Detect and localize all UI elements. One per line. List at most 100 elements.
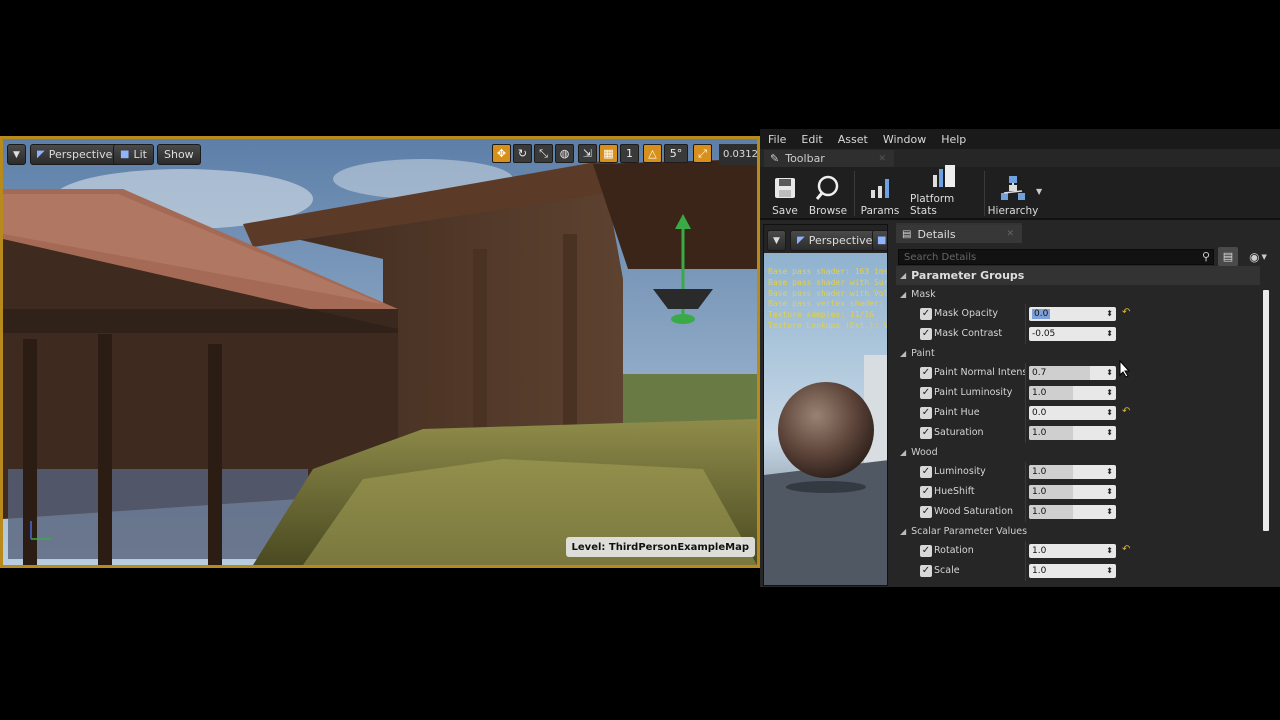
spin-arrows-icon[interactable]: ⬍ <box>1106 544 1113 558</box>
property-value-field[interactable]: 1.0 ⬍ <box>1029 564 1116 578</box>
menu-file[interactable]: File <box>768 133 786 146</box>
spin-arrows-icon[interactable]: ⬍ <box>1106 406 1113 420</box>
override-checkbox[interactable]: ✓ <box>920 466 932 478</box>
search-details-input[interactable]: Search Details ⚲ <box>898 249 1214 265</box>
override-checkbox[interactable]: ✓ <box>920 328 932 340</box>
column-divider[interactable] <box>1025 363 1026 383</box>
property-value-field[interactable]: -0.05 ⬍ <box>1029 327 1116 341</box>
spin-arrows-icon[interactable]: ⬍ <box>1106 307 1113 321</box>
override-checkbox[interactable]: ✓ <box>920 387 932 399</box>
category-scalar-parameter-values[interactable]: ◢ Scalar Parameter Values <box>896 522 1260 541</box>
property-value-field[interactable]: 1.0 ⬍ <box>1029 505 1116 519</box>
rotate-tool-icon[interactable]: ↻ <box>513 144 532 163</box>
spin-arrows-icon[interactable]: ⬍ <box>1106 505 1113 519</box>
scale-snap-value[interactable]: 0.03125 <box>719 144 757 165</box>
scroll-thumb[interactable] <box>1263 290 1269 531</box>
category-mask[interactable]: ◢ Mask <box>896 285 1260 304</box>
tab-toolbar[interactable]: ✎ Toolbar ✕ <box>764 150 894 167</box>
preview-options-button[interactable]: ▼ <box>767 230 786 251</box>
override-checkbox[interactable]: ✓ <box>920 486 932 498</box>
category-paint[interactable]: ◢ Paint <box>896 344 1260 363</box>
column-divider[interactable] <box>1025 324 1026 344</box>
spin-arrows-icon[interactable]: ⬍ <box>1106 485 1113 499</box>
column-divider[interactable] <box>1025 561 1026 581</box>
expand-triangle-icon[interactable]: ◢ <box>900 448 906 457</box>
property-value-field[interactable]: 1.0 ⬍ <box>1029 426 1116 440</box>
close-icon[interactable]: ✕ <box>1006 229 1014 239</box>
override-checkbox[interactable]: ✓ <box>920 565 932 577</box>
viewport-options-button[interactable]: ▼ <box>7 144 26 165</box>
property-matrix-button[interactable]: ▤ <box>1218 247 1238 266</box>
column-divider[interactable] <box>1025 541 1026 561</box>
spin-arrows-icon[interactable]: ⬍ <box>1106 386 1113 400</box>
property-value-field[interactable]: 0.7 ⬍ <box>1029 366 1116 380</box>
spin-arrows-icon[interactable]: ⬍ <box>1106 426 1113 440</box>
close-icon[interactable]: ✕ <box>878 154 886 164</box>
property-value-field[interactable]: 1.0 ⬍ <box>1029 544 1116 558</box>
menu-asset[interactable]: Asset <box>838 133 868 146</box>
override-checkbox[interactable]: ✓ <box>920 407 932 419</box>
property-value-field[interactable]: 1.0 ⬍ <box>1029 386 1116 400</box>
menu-edit[interactable]: Edit <box>801 133 822 146</box>
column-divider[interactable] <box>1025 482 1026 502</box>
column-divider[interactable] <box>1025 403 1026 423</box>
override-checkbox[interactable]: ✓ <box>920 308 932 320</box>
perspective-button[interactable]: ◤ Perspective <box>30 144 120 165</box>
spin-arrows-icon[interactable]: ⬍ <box>1106 564 1113 578</box>
expand-triangle-icon[interactable]: ◢ <box>900 349 906 358</box>
view-options-button[interactable]: ◉ ▼ <box>1242 247 1274 266</box>
level-viewport[interactable]: ▼ ◤ Perspective ■ Lit Show ✥ ↻ ⤡ ◍ ⇲ ▦ 1… <box>0 136 760 568</box>
property-value-field[interactable]: 0.0 ⬍ <box>1029 307 1116 321</box>
category-wood[interactable]: ◢ Wood <box>896 443 1260 462</box>
scale-tool-icon[interactable]: ⤡ <box>534 144 553 163</box>
angle-snap-icon[interactable]: △ <box>643 144 662 163</box>
details-scrollbar[interactable] <box>1262 267 1270 587</box>
scene-render[interactable] <box>3 139 757 565</box>
column-divider[interactable] <box>1025 383 1026 403</box>
column-divider[interactable] <box>1025 502 1026 522</box>
tab-details[interactable]: ▤ Details ✕ <box>896 223 1022 243</box>
parameter-groups-label: Parameter Groups <box>911 269 1025 282</box>
property-value-field[interactable]: 1.0 ⬍ <box>1029 465 1116 479</box>
expand-triangle-icon[interactable]: ◢ <box>900 290 906 299</box>
menu-help[interactable]: Help <box>941 133 966 146</box>
preview-lit-button[interactable]: ■ <box>872 230 887 251</box>
property-value-field[interactable]: 0.0 ⬍ <box>1029 406 1116 420</box>
column-divider[interactable] <box>1025 304 1026 324</box>
browse-button[interactable]: Browse <box>808 169 848 219</box>
menu-window[interactable]: Window <box>883 133 926 146</box>
angle-snap-value[interactable]: 5° <box>664 144 688 163</box>
reset-to-default-icon[interactable]: ↶ <box>1122 307 1130 318</box>
override-checkbox[interactable]: ✓ <box>920 367 932 379</box>
override-checkbox[interactable]: ✓ <box>920 506 932 518</box>
hierarchy-button[interactable]: Hierarchy <box>988 169 1038 219</box>
hierarchy-dropdown-icon[interactable]: ▼ <box>1036 187 1042 196</box>
expand-triangle-icon[interactable]: ◢ <box>900 271 906 280</box>
scale-snap-icon[interactable]: ⤢ <box>693 144 712 163</box>
override-checkbox[interactable]: ✓ <box>920 427 932 439</box>
expand-triangle-icon[interactable]: ◢ <box>900 527 906 536</box>
grid-snap-icon[interactable]: ▦ <box>599 144 618 163</box>
preview-perspective-button[interactable]: ◤ Perspective <box>790 230 880 251</box>
save-button[interactable]: Save <box>768 169 802 219</box>
spin-arrows-icon[interactable]: ⬍ <box>1106 465 1113 479</box>
property-value-field[interactable]: 1.0 ⬍ <box>1029 485 1116 499</box>
parameter-groups-header[interactable]: ◢ Parameter Groups <box>896 266 1260 285</box>
column-divider[interactable] <box>1025 423 1026 443</box>
surface-snap-icon[interactable]: ⇲ <box>578 144 597 163</box>
grid-size-dropdown[interactable]: 1 <box>620 144 639 163</box>
reset-to-default-icon[interactable]: ↶ <box>1122 544 1130 555</box>
reset-to-default-icon[interactable]: ↶ <box>1122 406 1130 417</box>
lit-button[interactable]: ■ Lit <box>113 144 154 165</box>
override-checkbox[interactable]: ✓ <box>920 545 932 557</box>
world-space-icon[interactable]: ◍ <box>555 144 574 163</box>
spin-arrows-icon[interactable]: ⬍ <box>1106 366 1113 380</box>
platform-stats-button[interactable]: Platform Stats <box>910 165 978 219</box>
spin-arrows-icon[interactable]: ⬍ <box>1106 327 1113 341</box>
translate-tool-icon[interactable]: ✥ <box>492 144 511 163</box>
show-button[interactable]: Show <box>157 144 201 165</box>
column-divider[interactable] <box>1025 462 1026 482</box>
property-value: 1.0 <box>1032 507 1047 517</box>
material-preview-viewport[interactable]: ▼ ◤ Perspective ■ Base pass shader: 163 … <box>763 224 888 586</box>
params-button[interactable]: Params <box>860 169 900 219</box>
